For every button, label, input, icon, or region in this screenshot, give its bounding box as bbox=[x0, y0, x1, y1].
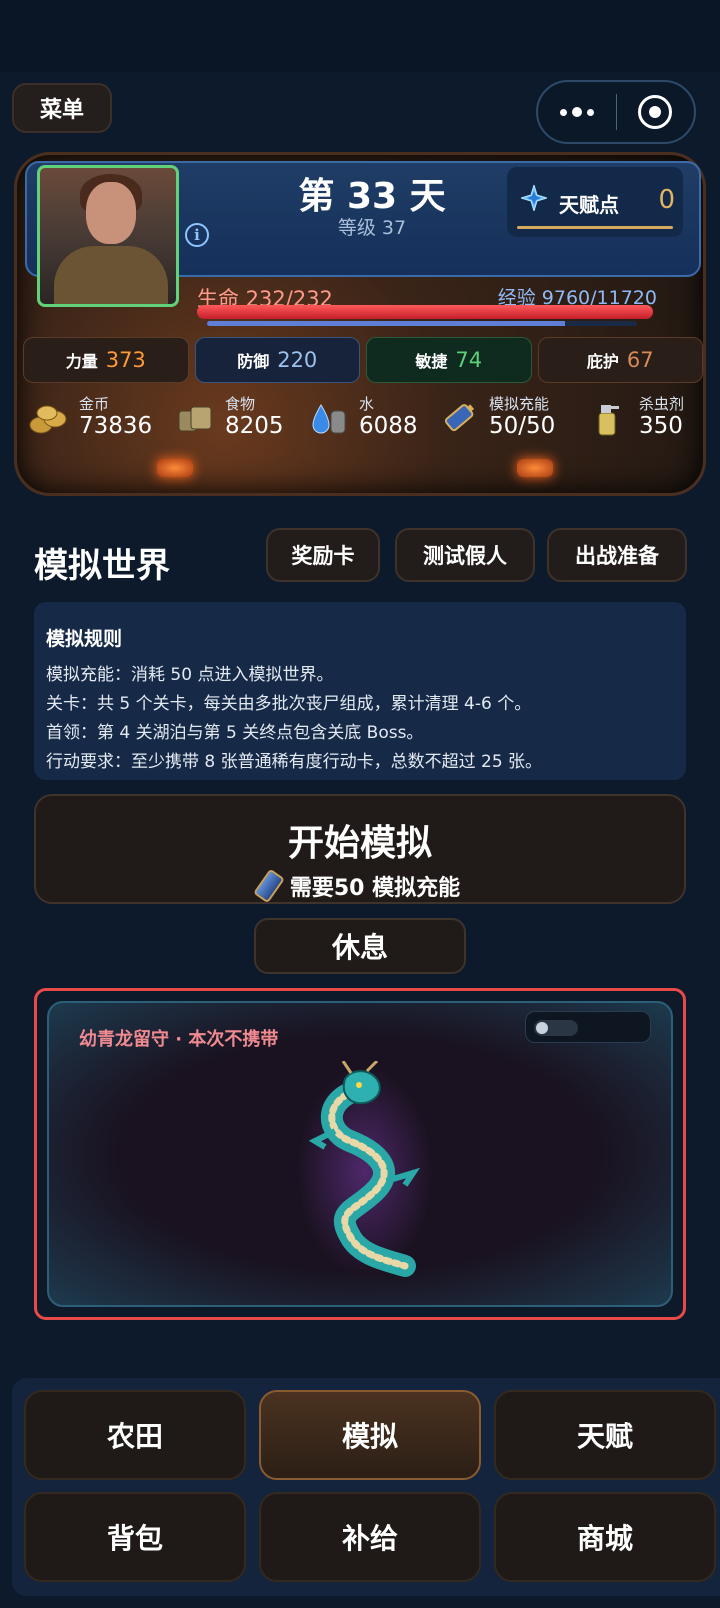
stat-agility: 敏捷 74 bbox=[366, 337, 532, 383]
talent-points-value: 0 bbox=[658, 185, 675, 215]
rules-line: 行动要求：至少携带 8 张普通稀有度行动卡，总数不超过 25 张。 bbox=[46, 752, 543, 772]
pet-status-label: 幼青龙留守 · 本次不携带 bbox=[79, 1029, 279, 1050]
start-simulation-subtitle: 需要50 模拟充能 bbox=[289, 876, 461, 901]
mini-program-capsule bbox=[536, 80, 696, 144]
avatar[interactable] bbox=[37, 165, 179, 307]
stat-value: 74 bbox=[455, 348, 483, 372]
nav-talent[interactable]: 天赋 bbox=[494, 1390, 716, 1480]
pet-card-inner: 幼青龙留守 · 本次不携带 bbox=[47, 1001, 673, 1307]
stat-defense: 防御 220 bbox=[194, 337, 360, 383]
day-counter: 第 33 天 bbox=[298, 176, 446, 217]
more-options-icon[interactable] bbox=[538, 107, 616, 117]
spray-icon bbox=[598, 405, 619, 436]
battery-icon bbox=[252, 868, 285, 904]
panel-lamp bbox=[517, 459, 553, 477]
start-simulation-button[interactable]: 开始模拟 需要50 模拟充能 bbox=[34, 794, 686, 904]
battle-prep-button[interactable]: 出战准备 bbox=[547, 528, 687, 582]
pet-carry-toggle[interactable] bbox=[525, 1011, 651, 1043]
resource-value: 73836 bbox=[79, 413, 153, 439]
nav-backpack[interactable]: 背包 bbox=[24, 1492, 246, 1582]
rules-line: 首领：第 4 关湖泊与第 5 关终点包含关底 Boss。 bbox=[46, 723, 424, 743]
stat-label: 庇护 bbox=[586, 352, 619, 371]
talent-points-label: 天赋点 bbox=[559, 193, 619, 217]
character-status-panel: i 第 33 天 等级 37 天赋点 0 生命 232/232 经验 9760/… bbox=[14, 152, 706, 496]
resource-label: 杀虫剂 bbox=[639, 395, 685, 413]
rules-box: 模拟规则 模拟充能：消耗 50 点进入模拟世界。 关卡：共 5 个关卡，每关由多… bbox=[34, 602, 686, 780]
stat-value: 373 bbox=[105, 348, 146, 372]
info-icon[interactable]: i bbox=[185, 223, 209, 247]
stat-label: 敏捷 bbox=[415, 352, 448, 371]
resource-value: 50/50 bbox=[489, 413, 556, 439]
panel-lamp bbox=[157, 459, 193, 477]
status-bar-area bbox=[0, 0, 720, 72]
nav-farmland[interactable]: 农田 bbox=[24, 1390, 246, 1480]
resource-label: 食物 bbox=[225, 395, 256, 413]
pet-card: 幼青龙留守 · 本次不携带 bbox=[34, 988, 686, 1320]
crystal-icon bbox=[521, 185, 547, 211]
nav-supply[interactable]: 补给 bbox=[259, 1492, 481, 1582]
hp-bar bbox=[197, 305, 653, 319]
battery-icon bbox=[444, 404, 475, 432]
stats-row: 力量 373 防御 220 敏捷 74 庇护 67 bbox=[23, 337, 703, 383]
nav-simulation[interactable]: 模拟 bbox=[259, 1390, 481, 1480]
stat-label: 防御 bbox=[237, 352, 270, 371]
xp-bar bbox=[207, 321, 637, 326]
water-icon bbox=[312, 404, 346, 434]
coins-icon bbox=[29, 405, 67, 434]
start-simulation-title: 开始模拟 bbox=[287, 823, 432, 864]
reward-card-button[interactable]: 奖励卡 bbox=[266, 528, 380, 582]
menu-button[interactable]: 菜单 bbox=[12, 83, 112, 133]
resource-value: 350 bbox=[639, 413, 683, 439]
resource-label: 金币 bbox=[79, 395, 110, 413]
rules-line: 关卡：共 5 个关卡，每关由多批次丧尸组成，累计清理 4-6 个。 bbox=[46, 694, 532, 714]
resource-label: 模拟充能 bbox=[489, 395, 550, 413]
stat-value: 220 bbox=[277, 348, 318, 372]
stat-shelter: 庇护 67 bbox=[537, 337, 703, 383]
stat-strength: 力量 373 bbox=[23, 337, 189, 383]
resource-value: 6088 bbox=[359, 413, 418, 439]
rules-title: 模拟规则 bbox=[46, 628, 123, 650]
level-label: 等级 37 bbox=[337, 217, 407, 239]
food-icon bbox=[178, 406, 212, 432]
talent-points-box[interactable]: 天赋点 0 bbox=[507, 167, 683, 237]
stat-value: 67 bbox=[626, 348, 654, 372]
page-title: 模拟世界 bbox=[34, 546, 170, 586]
nav-shop[interactable]: 商城 bbox=[494, 1492, 716, 1582]
dragon-icon bbox=[297, 1061, 433, 1277]
resource-value: 8205 bbox=[225, 413, 284, 439]
resource-label: 水 bbox=[359, 395, 375, 413]
resources-row: 金币 73836 食物 8205 水 6088 模拟充能 50/50 杀虫剂 3… bbox=[23, 391, 703, 445]
test-dummy-button[interactable]: 测试假人 bbox=[395, 528, 535, 582]
rest-button[interactable]: 休息 bbox=[254, 918, 466, 974]
stat-label: 力量 bbox=[65, 352, 98, 371]
close-target-icon[interactable] bbox=[617, 95, 695, 129]
rules-line: 模拟充能：消耗 50 点进入模拟世界。 bbox=[46, 665, 334, 685]
talent-underline bbox=[517, 226, 673, 229]
start-simulation-cost: 需要50 模拟充能 bbox=[36, 868, 684, 904]
